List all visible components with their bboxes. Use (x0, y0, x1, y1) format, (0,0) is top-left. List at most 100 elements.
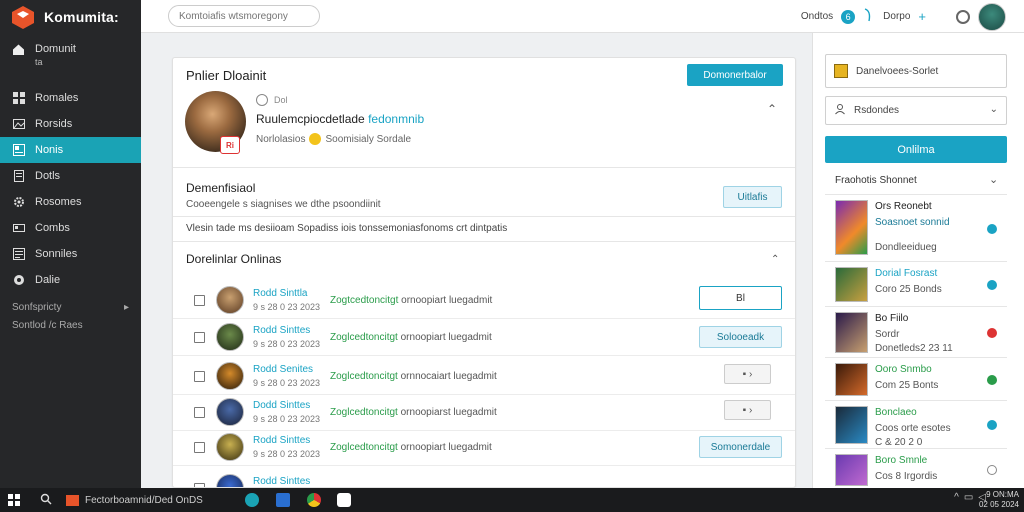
sidebar-item-sonniles[interactable]: Sonniles (0, 241, 141, 267)
row-avatar[interactable] (216, 323, 244, 351)
table-row[interactable]: Rodd Senites 9 s 28 0 23 2023 Zoglcedtonci… (173, 358, 795, 395)
row-action-button[interactable]: Somonerdale (699, 436, 782, 458)
app-icon[interactable] (337, 493, 351, 507)
list-item[interactable]: Bonclaeo Coos orte esotes C & 20 2 0 (825, 401, 1007, 449)
app-logo[interactable]: Komumita: (0, 0, 141, 33)
collapse-chevron-icon[interactable]: ⌃ (771, 254, 779, 265)
radio-icon[interactable] (256, 94, 268, 106)
row-description: Zogtcedtoncitgt ornoopiart luegadmit (330, 295, 492, 306)
item-thumbnail[interactable] (835, 406, 868, 444)
profile-meta: Dol (256, 94, 288, 106)
user-avatar[interactable] (978, 2, 1006, 31)
primary-action-button[interactable]: Domonerbalor (687, 64, 783, 86)
row-action-button[interactable]: Solooeadk (699, 326, 782, 348)
row-name[interactable]: Rodd Sinttes (253, 435, 310, 446)
row-action-button[interactable]: Bl (699, 286, 782, 310)
sidebar-item-home[interactable]: Domunit ta (0, 33, 141, 85)
item-thumbnail[interactable] (835, 454, 868, 486)
sidebar-item-romales[interactable]: Romales (0, 85, 141, 111)
info-icon[interactable]: 6 (841, 9, 856, 24)
row-action-toggle[interactable]: ▪ › (724, 400, 771, 420)
divider (173, 216, 795, 217)
profile-name-link[interactable]: fedonmnib (368, 112, 424, 126)
item-thumbnail[interactable] (835, 312, 868, 353)
taskbar: Fectorboamnid/Ded OnDS ^ ▭ ◁ 9 ON:MA 02 … (0, 488, 1024, 512)
item-thumbnail[interactable] (835, 267, 868, 302)
rp-user-select[interactable]: Rsdondes ⌄ (825, 96, 1007, 125)
table-row[interactable]: Rodd Sinttes9 s 28 0 23 2023 (173, 470, 795, 487)
row-checkbox[interactable] (194, 407, 205, 418)
sidebar-item-dalie[interactable]: Dalie (0, 267, 141, 293)
bell-icon[interactable] (987, 465, 997, 475)
online-button[interactable]: Onlilma (825, 136, 1007, 163)
row-avatar[interactable] (216, 474, 244, 487)
sidebar-item-label: Dotls (35, 170, 61, 182)
topbar-link-ondtos[interactable]: Ondtos (801, 11, 833, 22)
list-item[interactable]: Bo Fiilo Sordr Donetleds2 23 11 (825, 307, 1007, 358)
bookmark-icon[interactable] (863, 8, 875, 25)
sidebar-item-combs[interactable]: Combs (0, 215, 141, 241)
chevron-down-icon[interactable]: ⌄ (989, 173, 998, 186)
browser-icon[interactable] (307, 493, 321, 507)
table-row[interactable]: Rodd Sinttes 9 s 28 0 23 2023 Zoglcedtonci… (173, 429, 795, 466)
add-icon[interactable]: + (918, 9, 926, 24)
row-avatar[interactable] (216, 286, 244, 314)
chevron-up-icon[interactable]: ^ (954, 492, 959, 503)
row-name[interactable]: Rodd Senites (253, 364, 313, 375)
table-row[interactable]: Rodd Sinttla 9 s 28 0 23 2023 Zogtcedtonci… (173, 282, 795, 319)
sidebar-group-label[interactable]: Sontlod /c Raes (12, 317, 129, 335)
search-icon[interactable] (40, 493, 52, 508)
item-subtitle: Cos 8 Irgordis (875, 471, 938, 482)
taskbar-clock[interactable]: 9 ON:MA 02 05 2024 (979, 490, 1019, 510)
row-name[interactable]: Rodd Sinttla (253, 288, 307, 299)
row-avatar[interactable] (216, 362, 244, 390)
search-input[interactable] (168, 5, 320, 27)
sidebar-item-dotls[interactable]: Dotls (0, 163, 141, 189)
topbar-link-dorpo[interactable]: Dorpo (883, 11, 910, 22)
item-title[interactable]: Bonclaeo (875, 407, 917, 418)
network-icon[interactable]: ▭ (964, 492, 973, 503)
row-name[interactable]: Rodd Sinttes (253, 476, 310, 487)
row-checkbox[interactable] (194, 442, 205, 453)
status-dot-icon[interactable] (987, 280, 997, 290)
item-thumbnail[interactable] (835, 363, 868, 396)
collapse-chevron-icon[interactable]: ⌃ (767, 102, 777, 116)
item-title[interactable]: Boro Smnle (875, 455, 927, 466)
status-dot-icon[interactable] (987, 420, 997, 430)
item-title[interactable]: Ors Reonebt (875, 201, 932, 212)
sidebar-item-nonis[interactable]: Nonis (0, 137, 141, 163)
store-icon[interactable] (276, 493, 290, 507)
item-thumbnail[interactable] (835, 200, 868, 255)
row-action-toggle[interactable]: ▪ › (724, 364, 771, 384)
row-checkbox[interactable] (194, 371, 205, 382)
row-avatar[interactable] (216, 398, 244, 426)
table-row[interactable]: Rodd Sinttes 9 s 28 0 23 2023 Zoglcedtonci… (173, 319, 795, 356)
list-item[interactable]: Boro Smnle Cos 8 Irgordis (825, 449, 1007, 491)
taskbar-app[interactable]: Fectorboamnid/Ded OnDS (66, 488, 203, 512)
row-highlight: Zoglcedtoncitgt (330, 332, 398, 343)
sidebar-item-rosomes[interactable]: Rosomes (0, 189, 141, 215)
list-item[interactable]: Ors Reonebt Soasnoet sonnid Dondleeidueg (825, 195, 1007, 262)
rp-select-box[interactable]: Danelvoees-Sorlet (825, 54, 1007, 88)
item-title[interactable]: Ooro Snmbo (875, 364, 932, 375)
row-name[interactable]: Rodd Sinttes (253, 325, 310, 336)
sidebar-item-rorsids[interactable]: Rorsids (0, 111, 141, 137)
item-title[interactable]: Dorial Fosrast (875, 268, 937, 279)
item-title[interactable]: Bo Fiilo (875, 313, 908, 324)
list-item[interactable]: Ooro Snmbo Com 25 Bonts (825, 358, 1007, 401)
status-dot-icon[interactable] (987, 328, 997, 338)
list-item[interactable]: Dorial Fosrast Coro 25 Bonds (825, 262, 1007, 307)
row-name[interactable]: Dodd Sinttes (253, 400, 310, 411)
row-checkbox[interactable] (194, 295, 205, 306)
row-checkbox[interactable] (194, 332, 205, 343)
app-icon[interactable] (245, 493, 259, 507)
row-avatar[interactable] (216, 433, 244, 461)
table-row[interactable]: Dodd Sinttes 9 s 28 0 23 2023 Zoglcedtonci… (173, 394, 795, 431)
sidebar-group-toggle[interactable]: Sonfspricty ▸ (12, 299, 129, 317)
windows-start-icon[interactable] (8, 494, 20, 506)
settings-icon[interactable] (956, 9, 970, 24)
status-dot-icon[interactable] (987, 375, 997, 385)
section-action-button[interactable]: Uitlafis (723, 186, 782, 208)
lock-icon: ▪ (742, 404, 747, 416)
status-dot-icon[interactable] (987, 224, 997, 234)
